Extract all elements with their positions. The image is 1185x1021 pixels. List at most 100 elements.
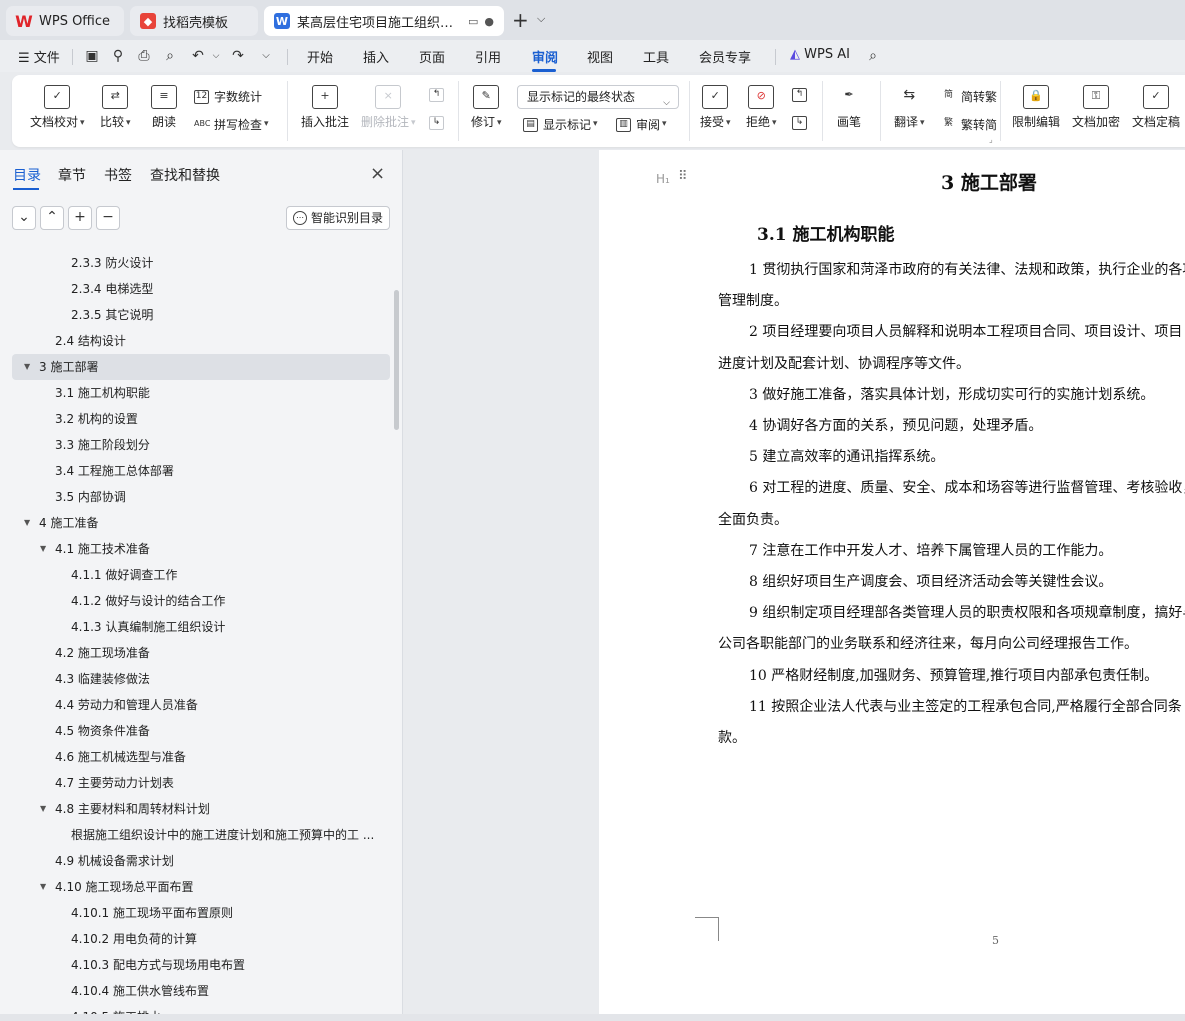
expand-toggle-icon[interactable]: ▼: [24, 510, 30, 536]
expand-dialog-icon[interactable]: ⌟: [989, 135, 993, 144]
prev-change-button[interactable]: ↰: [792, 88, 812, 102]
tab-bookmarks[interactable]: 书签: [104, 165, 132, 185]
toc-item-label: 3.2 机构的设置: [55, 412, 138, 426]
tab-daoke-templates[interactable]: ◆ 找稻壳模板: [130, 6, 258, 36]
doc-check-button[interactable]: ✓ 文档校对 ▾: [30, 85, 85, 130]
smart-toc-button[interactable]: ⋯ 智能识别目录: [286, 206, 390, 230]
search-icon[interactable]: ⌕: [865, 48, 881, 64]
menu-start[interactable]: 开始: [307, 47, 333, 66]
more-dropdown-icon[interactable]: ⌵: [258, 48, 274, 64]
expand-toggle-icon[interactable]: ▼: [40, 536, 46, 562]
toc-item[interactable]: 4.5 物资条件准备: [0, 718, 392, 744]
toc-item[interactable]: 3.5 内部协调: [0, 484, 392, 510]
toc-item[interactable]: 4.9 机械设备需求计划: [0, 848, 392, 874]
promote-button[interactable]: +: [68, 206, 92, 230]
menu-review[interactable]: 审阅: [532, 47, 558, 66]
toc-item[interactable]: ▼ 3 施工部署: [12, 354, 390, 380]
tab-wps-office[interactable]: W WPS Office: [6, 6, 124, 36]
scrollbar[interactable]: [394, 290, 399, 430]
delete-comment-button[interactable]: × 删除批注 ▾: [361, 85, 416, 130]
toc-item[interactable]: 4.3 临建装修做法: [0, 666, 392, 692]
smart-toc-label: 智能识别目录: [311, 211, 384, 225]
undo-dropdown-icon[interactable]: ⌵: [208, 48, 224, 64]
toc-item[interactable]: 4.10.3 配电方式与现场用电布置: [0, 952, 392, 978]
tab-find-replace[interactable]: 查找和替换: [150, 165, 220, 185]
chevron-down-icon[interactable]: ⌵: [537, 12, 545, 26]
toc-item[interactable]: 4.6 施工机械选型与准备: [0, 744, 392, 770]
tab-toc[interactable]: 目录: [13, 165, 41, 185]
menu-insert[interactable]: 插入: [363, 47, 389, 66]
pen-button[interactable]: ✒ 画笔: [836, 85, 862, 130]
show-markup-button[interactable]: ▤ 显示标记 ▾: [523, 116, 598, 133]
compare-button[interactable]: ⇄ 比较 ▾: [100, 85, 131, 130]
toc-item[interactable]: 4.1.3 认真编制施工组织设计: [0, 614, 392, 640]
print-preview-icon[interactable]: ⌕: [162, 48, 178, 64]
next-comment-button[interactable]: ↳: [429, 116, 449, 130]
reject-button[interactable]: ⊘ 拒绝 ▾: [746, 85, 777, 130]
toc-item[interactable]: 3.1 施工机构职能: [0, 380, 392, 406]
monitor-icon[interactable]: ▭: [468, 15, 478, 28]
restrict-edit-button[interactable]: 🔒 限制编辑: [1012, 85, 1060, 130]
toc-item[interactable]: 4.2 施工现场准备: [0, 640, 392, 666]
expand-toggle-icon[interactable]: ▼: [24, 354, 30, 380]
spell-check-button[interactable]: ABC 拼写检查 ▾: [194, 116, 269, 133]
prev-comment-button[interactable]: ↰: [429, 88, 449, 102]
toc-item[interactable]: 4.1.1 做好调查工作: [0, 562, 392, 588]
toc-item[interactable]: 2.3.4 电梯选型: [0, 276, 392, 302]
undo-icon[interactable]: ↶: [190, 48, 206, 64]
markup-state-select[interactable]: 显示标记的最终状态 ⌵: [517, 85, 679, 109]
wps-ai-button[interactable]: ◭ WPS AI: [790, 47, 850, 62]
menu-tools[interactable]: 工具: [643, 47, 669, 66]
drag-handle-icon[interactable]: ⠿: [678, 169, 687, 184]
accept-button[interactable]: ✓ 接受 ▾: [700, 85, 731, 130]
to-traditional-button[interactable]: 简简转繁: [941, 88, 997, 105]
toc-item[interactable]: ▼ 4.10 施工现场总平面布置: [0, 874, 392, 900]
document-page[interactable]: H₁ ⠿ 3 施工部署 3.1 施工机构职能 1 贯彻执行国家和菏泽市政府的有关…: [599, 150, 1185, 1014]
toc-item[interactable]: 4.1.2 做好与设计的结合工作: [0, 588, 392, 614]
print-icon[interactable]: ⎙: [136, 48, 152, 64]
toc-item[interactable]: ▼ 4.8 主要材料和周转材料计划: [0, 796, 392, 822]
toc-item[interactable]: 4.10.4 施工供水管线布置: [0, 978, 392, 1004]
save-icon[interactable]: ▣: [84, 48, 100, 64]
toc-item[interactable]: 根据施工组织设计中的施工进度计划和施工预算中的工 ...: [0, 822, 392, 848]
next-change-button[interactable]: ↳: [792, 116, 812, 130]
to-simplified-button[interactable]: 繁繁转简: [941, 116, 997, 133]
finalize-button[interactable]: ✓ 文档定稿: [1132, 85, 1180, 130]
toc-item[interactable]: 3.2 机构的设置: [0, 406, 392, 432]
toc-item[interactable]: 4.10.1 施工现场平面布置原则: [0, 900, 392, 926]
menu-member[interactable]: 会员专享: [699, 47, 751, 66]
menu-reference[interactable]: 引用: [475, 47, 501, 66]
toc-item[interactable]: ▼ 4.1 施工技术准备: [0, 536, 392, 562]
redo-icon[interactable]: ↷: [230, 48, 246, 64]
menu-view[interactable]: 视图: [587, 47, 613, 66]
toc-item[interactable]: 4.7 主要劳动力计划表: [0, 770, 392, 796]
toc-item[interactable]: ▼ 4 施工准备: [0, 510, 392, 536]
toc-item[interactable]: 2.4 结构设计: [0, 328, 392, 354]
tab-document[interactable]: W 某高层住宅项目施工组织设计.docx ▭ ●: [264, 6, 504, 36]
share-icon[interactable]: ⚲: [110, 48, 126, 64]
collapse-down-button[interactable]: ⌄: [12, 206, 36, 230]
translate-button[interactable]: ⇆ 翻译 ▾: [894, 85, 925, 130]
revise-button[interactable]: ✎ 修订 ▾: [471, 85, 502, 130]
expand-toggle-icon[interactable]: ▼: [40, 796, 46, 822]
demote-button[interactable]: −: [96, 206, 120, 230]
insert-comment-button[interactable]: + 插入批注: [301, 85, 349, 130]
menu-page[interactable]: 页面: [419, 47, 445, 66]
toc-item[interactable]: 2.3.5 其它说明: [0, 302, 392, 328]
read-aloud-button[interactable]: ≡ 朗读: [151, 85, 177, 130]
tab-chapters[interactable]: 章节: [58, 165, 86, 185]
toc-item[interactable]: 3.4 工程施工总体部署: [0, 458, 392, 484]
collapse-up-button[interactable]: ⌃: [40, 206, 64, 230]
encrypt-button[interactable]: ⚿ 文档加密: [1072, 85, 1120, 130]
word-count-button[interactable]: 12 字数统计: [194, 88, 262, 105]
toc-item[interactable]: 4.10.2 用电负荷的计算: [0, 926, 392, 952]
file-menu-button[interactable]: ☰ 文件: [18, 47, 60, 66]
close-icon[interactable]: ×: [370, 163, 385, 184]
expand-toggle-icon[interactable]: ▼: [40, 874, 46, 900]
toc-item[interactable]: 4.4 劳动力和管理人员准备: [0, 692, 392, 718]
toc-item-label: 4.10.4 施工供水管线布置: [71, 984, 209, 998]
toc-item[interactable]: 3.3 施工阶段划分: [0, 432, 392, 458]
new-tab-button[interactable]: +: [512, 9, 529, 31]
review-pane-button[interactable]: ▥ 审阅 ▾: [616, 116, 667, 133]
toc-item[interactable]: 2.3.3 防火设计: [0, 250, 392, 276]
